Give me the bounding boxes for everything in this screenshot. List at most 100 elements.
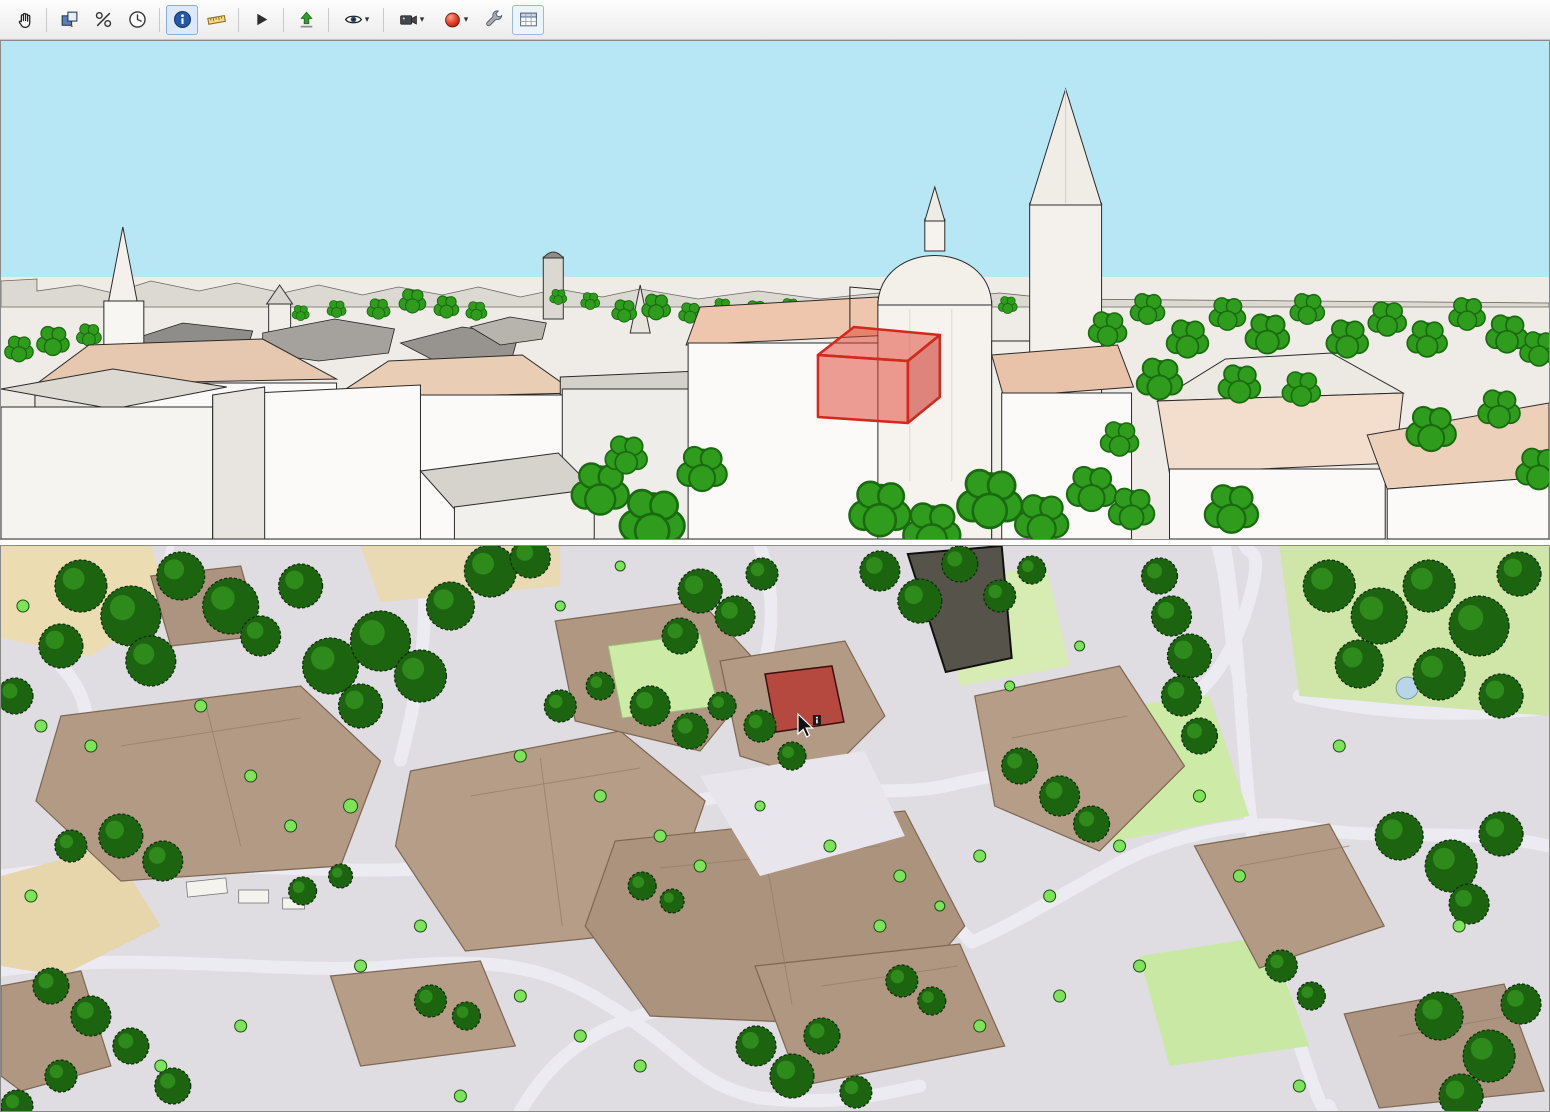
- illumination-menu-button[interactable]: ▾: [434, 5, 476, 35]
- tree-highlight: [472, 553, 494, 575]
- tree: [1167, 320, 1209, 357]
- tree-dot: [694, 860, 706, 872]
- tree-dot: [935, 901, 945, 911]
- tree-highlight: [1458, 605, 1483, 630]
- tree-highlight: [46, 631, 64, 649]
- tree-dot: [615, 561, 625, 571]
- building[interactable]: [1158, 353, 1404, 539]
- tree: [466, 302, 487, 321]
- tree-highlight: [1382, 819, 1402, 839]
- tree-highlight: [1455, 890, 1472, 907]
- viewer-menu-button[interactable]: ▾: [335, 5, 377, 35]
- tree-highlight: [590, 676, 602, 688]
- tree: [1205, 485, 1258, 533]
- camera-menu-button[interactable]: ▾: [390, 5, 432, 35]
- export-button[interactable]: [290, 5, 322, 35]
- fly-tool-icon: [93, 9, 114, 30]
- tree: [77, 324, 102, 346]
- toolbar-separator: [383, 8, 384, 32]
- tree-highlight: [77, 1002, 94, 1019]
- tree: [327, 301, 346, 318]
- tree: [1326, 320, 1368, 357]
- tree-dot: [355, 960, 367, 972]
- tree-highlight: [1411, 568, 1433, 590]
- tree-highlight: [1187, 723, 1202, 738]
- navigate-tool-button[interactable]: [53, 5, 85, 35]
- scene-3d-canvas[interactable]: [1, 41, 1549, 539]
- time-slider-button[interactable]: [121, 5, 153, 35]
- toolbar-separator: [328, 8, 329, 32]
- tree: [1219, 365, 1261, 402]
- tree-highlight: [149, 847, 166, 864]
- tree-highlight: [947, 551, 962, 566]
- camera-icon: [398, 9, 419, 30]
- tree-highlight: [402, 658, 424, 680]
- attribute-table-button[interactable]: [512, 5, 544, 35]
- toolbar-separator: [238, 8, 239, 32]
- map-2d-canvas[interactable]: [1, 546, 1549, 1111]
- tools-button[interactable]: [478, 5, 510, 35]
- tree-dot: [85, 740, 97, 752]
- toolbar-separator: [283, 8, 284, 32]
- play-animation-button[interactable]: [245, 5, 277, 35]
- tree-dot: [155, 1060, 167, 1072]
- tree-dot: [514, 990, 526, 1002]
- hand-icon: [14, 9, 35, 30]
- tree-highlight: [1360, 596, 1383, 620]
- dropdown-arrow-icon: ▾: [420, 15, 425, 24]
- tree-highlight: [247, 622, 264, 639]
- dropdown-arrow-icon: ▾: [365, 15, 370, 24]
- wrench-icon: [484, 9, 505, 30]
- tree-dot: [235, 1020, 247, 1032]
- tree-highlight: [1433, 848, 1455, 870]
- tree: [1089, 312, 1127, 346]
- tree-highlight: [1167, 682, 1184, 699]
- tree-dot: [414, 920, 426, 932]
- tree: [37, 327, 69, 356]
- tree-dot: [874, 920, 886, 932]
- tree: [1109, 489, 1155, 530]
- tree: [434, 296, 459, 318]
- tree: [850, 482, 911, 536]
- fly-tool-button[interactable]: [87, 5, 119, 35]
- map-2d-viewport[interactable]: [0, 545, 1550, 1112]
- tree-highlight: [904, 586, 922, 604]
- tree-highlight: [457, 1006, 469, 1018]
- tree-highlight: [866, 557, 883, 574]
- tree-highlight: [636, 692, 653, 709]
- tree-highlight: [360, 620, 385, 645]
- scene-3d-viewport[interactable]: [0, 40, 1550, 540]
- tree-dot: [594, 790, 606, 802]
- upload-arrow-icon: [296, 9, 317, 30]
- ruler-icon: [206, 9, 227, 30]
- selected-building-3d[interactable]: [818, 327, 940, 423]
- tree: [1015, 495, 1068, 539]
- tree-highlight: [712, 696, 724, 708]
- tree-dot: [344, 799, 358, 813]
- identify-tool-button[interactable]: [166, 5, 198, 35]
- tree-highlight: [419, 990, 432, 1003]
- tree: [1407, 321, 1447, 357]
- tree-highlight: [1174, 641, 1192, 659]
- tree-highlight: [293, 881, 305, 893]
- tree: [620, 490, 685, 539]
- toolbar: ▾ ▾ ▾: [0, 0, 1550, 40]
- tree-dot: [17, 600, 29, 612]
- tree-highlight: [1302, 986, 1314, 998]
- measure-tool-button[interactable]: [200, 5, 232, 35]
- application-window: ▾ ▾ ▾: [0, 0, 1550, 1112]
- tree-dot: [1293, 1080, 1305, 1092]
- tree: [550, 289, 567, 304]
- red-sphere-icon: [442, 9, 463, 30]
- tree-highlight: [1486, 681, 1504, 699]
- tree-highlight: [1471, 1038, 1493, 1060]
- tree-dot: [974, 1020, 986, 1032]
- tree-highlight: [1311, 568, 1333, 590]
- tree-dot: [824, 840, 836, 852]
- tree: [1282, 372, 1320, 406]
- tree-highlight: [332, 868, 342, 878]
- tree-dot: [1453, 920, 1465, 932]
- tree-dot: [1114, 840, 1126, 852]
- pan-tool-button[interactable]: [8, 5, 40, 35]
- tree-highlight: [1342, 647, 1362, 667]
